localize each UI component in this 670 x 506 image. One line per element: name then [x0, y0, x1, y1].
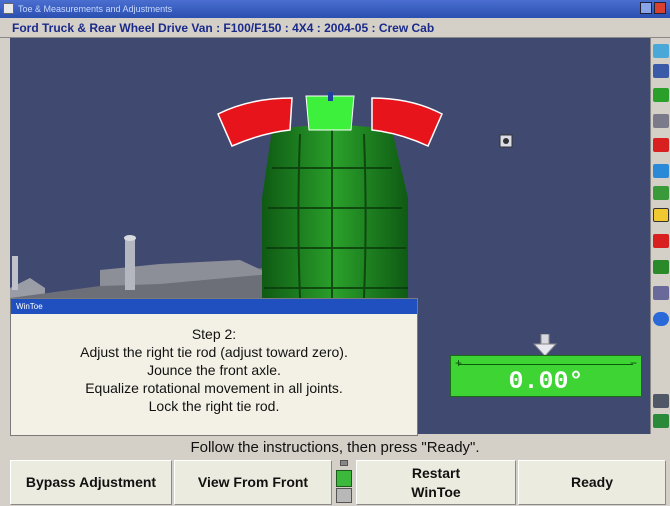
view-toggle[interactable] [333, 458, 355, 505]
wintoe-label: WinToe [411, 483, 461, 500]
tools-icon[interactable] [653, 114, 669, 128]
adjust-icon[interactable] [653, 260, 669, 274]
ready-label: Ready [570, 474, 614, 490]
instruction-line: Jounce the front axle. [147, 362, 281, 378]
instruction-line: Lock the right tie rod. [148, 398, 280, 414]
window-titlebar: Toe & Measurements and Adjustments [0, 0, 670, 18]
close-icon[interactable] [654, 2, 666, 14]
app-icon [3, 3, 14, 14]
toggle-green-indicator [336, 470, 352, 487]
toggle-pin-icon [340, 460, 348, 466]
print-icon[interactable] [653, 286, 669, 300]
view-from-front-button[interactable]: View From Front [174, 460, 332, 505]
camera-icon[interactable] [653, 394, 669, 408]
gauge-minus-label: − [629, 356, 637, 370]
view-from-front-label: View From Front [197, 474, 309, 490]
instruction-step: Step 2: [191, 326, 237, 342]
dialog-instructions: Step 2: Adjust the right tie rod (adjust… [11, 325, 417, 415]
target-marker [328, 92, 333, 101]
gauge-icon[interactable] [653, 164, 669, 178]
ready-button[interactable]: Ready [518, 460, 666, 505]
wintoe-dialog: WinToe Step 2: Adjust the right tie rod … [10, 298, 418, 436]
vehicle-header: Ford Truck & Rear Wheel Drive Van : F100… [0, 18, 670, 38]
minimize-icon[interactable] [640, 2, 652, 14]
gauge-scale-line [459, 364, 633, 365]
status-instruction: Follow the instructions, then press "Rea… [190, 439, 480, 456]
window-title: Toe & Measurements and Adjustments [18, 4, 173, 14]
right-toolbar [650, 38, 670, 434]
settings-icon[interactable] [653, 186, 669, 200]
bypass-adjustment-button[interactable]: Bypass Adjustment [10, 460, 172, 505]
post-right [125, 238, 135, 290]
alignment-icon[interactable] [653, 64, 669, 78]
post-cap [124, 235, 136, 241]
gauge-plus-label: + [455, 356, 463, 370]
post-left [12, 256, 18, 290]
measure-icon[interactable] [653, 88, 669, 102]
wintoe-icon[interactable] [653, 208, 669, 222]
restart-label: Restart [411, 464, 461, 481]
instruction-line: Equalize rotational movement in all join… [85, 380, 343, 396]
instruction-line: Adjust the right tie rod (adjust toward … [80, 344, 348, 360]
globe-icon[interactable] [653, 312, 669, 326]
bypass-adjustment-label: Bypass Adjustment [25, 474, 157, 490]
exit-icon[interactable] [653, 414, 669, 428]
gauge-value: 0.00° [508, 367, 584, 396]
car-icon[interactable] [653, 138, 669, 152]
spec-icon[interactable] [653, 234, 669, 248]
window-controls [640, 2, 666, 14]
restart-wintoe-button[interactable]: Restart WinToe [356, 460, 516, 505]
toe-gauge: + − 0.00° [450, 355, 642, 397]
help-icon[interactable] [653, 44, 669, 58]
dialog-title: WinToe [11, 299, 417, 314]
target-center [305, 95, 355, 131]
toggle-grey-indicator [336, 488, 352, 503]
